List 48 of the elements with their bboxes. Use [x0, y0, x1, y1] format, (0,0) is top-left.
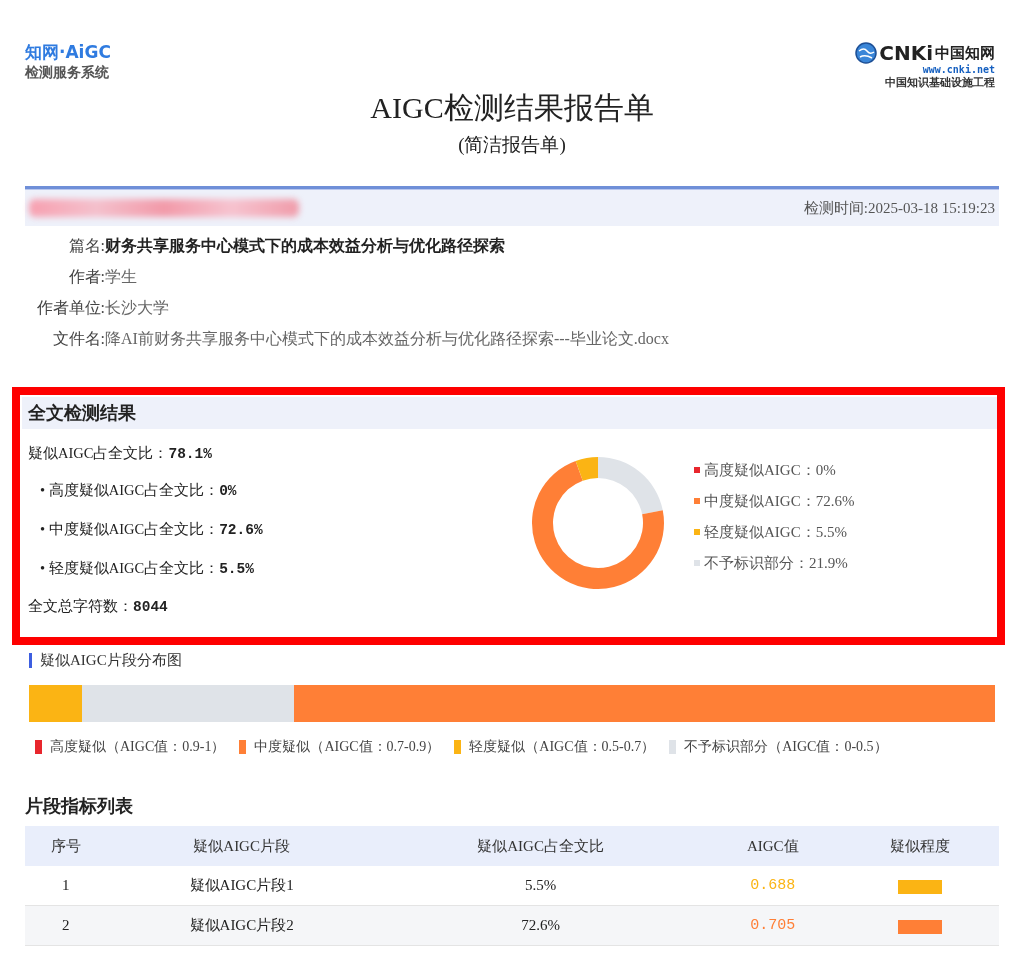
legend-label: 中度疑似（AIGC值：0.7-0.9）	[254, 738, 441, 756]
column-header: 疑似AIGC占全文比	[376, 826, 705, 866]
legend-label: 高度疑似AIGC：0%	[704, 461, 836, 480]
column-header: 序号	[25, 826, 107, 866]
field-value: 长沙大学	[105, 298, 170, 318]
section-header: 全文检测结果	[22, 397, 997, 429]
report-subtitle: (简洁报告单)	[458, 133, 566, 157]
logo-subtitle: 检测服务系统	[25, 63, 110, 82]
column-header: AIGC值	[704, 826, 842, 866]
table-cell: 5.5%	[376, 866, 705, 906]
logo-text: 知网·AiGC	[25, 42, 111, 62]
brand-mark: CNKi	[879, 42, 933, 64]
section-title: 片段指标列表	[25, 794, 134, 818]
legend-label: 不予标识部分（AIGC值：0-0.5）	[684, 738, 888, 756]
column-header: 疑似AIGC片段	[106, 826, 377, 866]
table-cell: 0.705	[704, 905, 842, 946]
section-title: 疑似AIGC片段分布图	[40, 650, 182, 670]
section-marker	[29, 652, 32, 668]
legend-label: 中度疑似AIGC：72.6%	[704, 492, 855, 511]
stat-text: • 轻度疑似AIGC占全文比：5.5%	[40, 559, 254, 579]
field-label: 作者:	[67, 267, 105, 287]
brand-url: www.cnki.net	[922, 64, 995, 76]
legend-label: 高度疑似（AIGC值：0.9-1）	[50, 738, 226, 756]
stat-text: • 中度疑似AIGC占全文比：72.6%	[40, 520, 263, 540]
field-value: 降AI前财务共享服务中心模式下的成本效益分析与优化路径探索---毕业论文.docx	[105, 329, 670, 349]
table-cell: 疑似AIGC片段2	[106, 905, 377, 946]
legend-label: 轻度疑似AIGC：5.5%	[704, 523, 847, 542]
table-cell: 0.688	[704, 866, 842, 906]
brand-name: 中国知网	[935, 43, 995, 63]
legend-label: 不予标识部分：21.9%	[704, 554, 848, 573]
report-title: AIGC检测结果报告单	[370, 90, 654, 126]
field-label: 文件名:	[51, 329, 105, 349]
table-cell: 2	[25, 905, 107, 946]
table-cell: 72.6%	[376, 905, 705, 946]
field-value: 财务共享服务中心模式下的成本效益分析与优化路径探索	[105, 236, 506, 256]
field-value: 学生	[105, 267, 138, 287]
column-header: 疑似程度	[841, 826, 999, 866]
field-label: 篇名:	[67, 236, 105, 256]
legend-label: 轻度疑似（AIGC值：0.5-0.7）	[469, 738, 656, 756]
stat-text: • 高度疑似AIGC占全文比：0%	[40, 481, 237, 501]
brand-tagline: 中国知识基础设施工程	[885, 76, 995, 88]
detection-time: 检测时间:2025-03-18 15:19:23	[803, 198, 995, 218]
stat-text: 疑似AIGC占全文比：78.1%	[28, 443, 212, 464]
globe-icon	[855, 42, 878, 64]
table-cell: 1	[25, 866, 107, 906]
table-cell: 疑似AIGC片段1	[106, 866, 377, 906]
stat-text: 全文总字符数：8044	[28, 596, 168, 617]
field-label: 作者单位:	[35, 298, 105, 318]
